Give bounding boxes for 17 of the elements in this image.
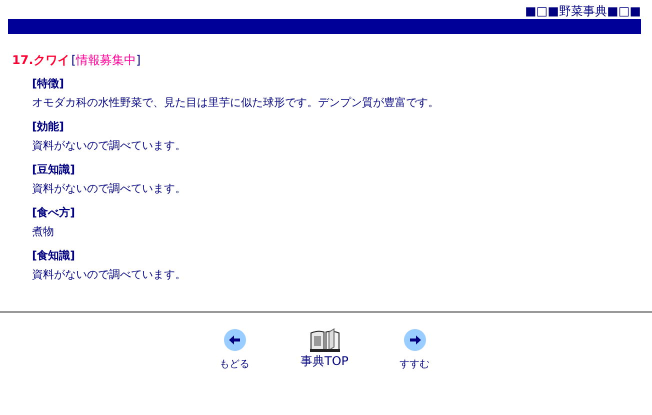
nav-link[interactable]: 事典TOP (300, 353, 348, 370)
nav-link[interactable]: もどる (220, 357, 250, 371)
book-icon[interactable] (310, 328, 340, 352)
section-heading: [効能] (32, 119, 64, 135)
section-text: 資料がないので調べています。 (32, 138, 186, 154)
section-text: 資料がないので調べています。 (32, 267, 186, 283)
section-heading: [豆知識] (32, 162, 76, 178)
section-heading: [食べ方] (32, 205, 76, 221)
status-tag: [情報募集中] (71, 53, 141, 67)
section-text: 資料がないので調べています。 (32, 181, 186, 197)
entry-name: 17.クワイ (12, 53, 70, 67)
section-heading: [特徴] (32, 76, 64, 92)
section-text: オモダカ科の水性野菜で、見た目は里芋に似た球形です。デンプン質が豊富です。 (32, 95, 439, 111)
nav-link[interactable]: すすむ (400, 357, 430, 371)
site-title: ■□■野菜事典■□■ (524, 4, 641, 18)
section-text: 煮物 (32, 224, 54, 240)
section-heading: [食知識] (32, 248, 76, 264)
